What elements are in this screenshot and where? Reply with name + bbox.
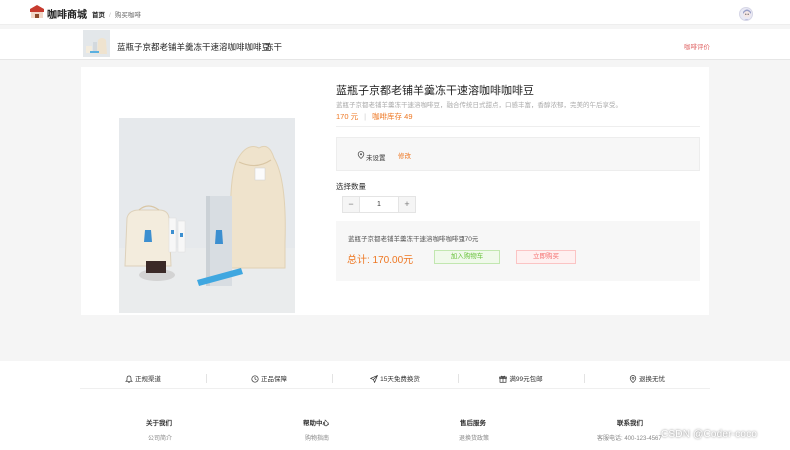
- price-stock-line: 170 元 | 咖啡库存 49: [336, 111, 413, 122]
- service-item: 15天免费换货: [332, 373, 458, 384]
- avatar[interactable]: [739, 7, 753, 21]
- service-label: 正品保障: [261, 376, 287, 383]
- order-summary: 蓝瓶子京都老铺羊羹冻干速溶咖啡咖啡豆 170元 总计: 170.00元 加入购物…: [336, 221, 700, 281]
- gift-icon: [499, 375, 508, 383]
- footer-contact: 客服电话: 400-123-4567: [597, 436, 662, 442]
- increase-quantity-button[interactable]: +: [398, 197, 415, 212]
- watermark: CSDN @Coder-coco: [661, 429, 758, 440]
- coffee-review-link[interactable]: 咖啡评价: [684, 41, 710, 51]
- brand-title[interactable]: 咖啡商城: [47, 6, 87, 21]
- product-stock: 咖啡库存 49: [372, 112, 413, 121]
- product-photo-icon: [119, 118, 295, 313]
- service-item: 正规渠道: [80, 373, 206, 383]
- decrease-quantity-button[interactable]: −: [343, 197, 360, 212]
- product-description: 蓝瓶子京都老铺羊羹冻干速溶咖啡豆，融合传统日式甜点，口感丰富，香醇浓郁，完美的午…: [336, 102, 622, 109]
- summary-product-name: 蓝瓶子京都老铺羊羹冻干速溶咖啡咖啡豆: [348, 236, 465, 243]
- product-thumbnail: [83, 30, 110, 57]
- summary-unit-price: 170元: [461, 236, 479, 243]
- footer-link[interactable]: 退换货政策: [459, 433, 489, 442]
- footer-link[interactable]: 公司简介: [148, 433, 172, 442]
- order-total: 总计: 170.00元: [347, 255, 414, 266]
- address-value: 未设置: [366, 155, 386, 162]
- service-label: 正规渠道: [135, 376, 161, 383]
- product-price: 170 元: [336, 112, 359, 121]
- quantity-input[interactable]: 1: [360, 197, 398, 212]
- footer-column-title: 关于我们: [146, 420, 172, 427]
- logo-icon[interactable]: [28, 4, 46, 20]
- price-separator: |: [364, 112, 367, 121]
- buy-now-button[interactable]: 立即购买: [516, 250, 576, 264]
- service-promises: 正规渠道 正品保障 15天免费换货 满99元包邮 退换无忧: [80, 367, 710, 389]
- edit-address-link[interactable]: 修改: [398, 150, 411, 160]
- divider: [336, 126, 700, 127]
- product-header-tag: 冻干: [265, 42, 283, 52]
- footer-column-title: 帮助中心: [303, 420, 329, 427]
- service-item: 退换无忧: [584, 373, 710, 383]
- product-header-title: 蓝瓶子京都老铺羊羹冻干速溶咖啡咖啡豆: [117, 42, 271, 52]
- product-title: 蓝瓶子京都老铺羊羹冻干速溶咖啡咖啡豆: [336, 85, 534, 97]
- send-icon: [369, 374, 379, 384]
- quantity-stepper: − 1 +: [342, 196, 416, 213]
- bell-icon: [125, 375, 133, 383]
- service-label: 满99元包邮: [509, 376, 543, 383]
- product-header-bar: 蓝瓶子京都老铺羊羹冻干速溶咖啡咖啡豆 冻干 咖啡评价: [0, 29, 790, 60]
- quantity-label: 选择数量: [336, 182, 366, 191]
- service-label: 退换无忧: [639, 376, 665, 383]
- avatar-image-icon: [743, 9, 751, 20]
- footer-column-title: 售后服务: [460, 420, 486, 427]
- add-to-cart-button[interactable]: 加入购物车: [434, 250, 500, 264]
- breadcrumb: 首页 / 购买咖啡: [92, 9, 141, 19]
- location-icon: [629, 375, 637, 383]
- clock-icon: [251, 375, 259, 383]
- location-pin-icon: [357, 151, 365, 159]
- breadcrumb-separator: /: [109, 12, 111, 19]
- service-label: 15天免费换货: [380, 376, 420, 383]
- footer-link[interactable]: 购物指南: [305, 433, 329, 442]
- top-navbar: 咖啡商城 首页 / 购买咖啡: [0, 0, 790, 25]
- service-item: 正品保障: [206, 373, 332, 383]
- shipping-address-box: 未设置 修改: [336, 137, 700, 171]
- footer-column-title: 联系我们: [617, 420, 643, 427]
- service-item: 满99元包邮: [458, 373, 584, 383]
- product-thumbnail-image-icon: [83, 30, 110, 57]
- breadcrumb-home[interactable]: 首页: [92, 12, 105, 19]
- product-main-image: [119, 118, 295, 313]
- breadcrumb-current: 购买咖啡: [114, 12, 141, 19]
